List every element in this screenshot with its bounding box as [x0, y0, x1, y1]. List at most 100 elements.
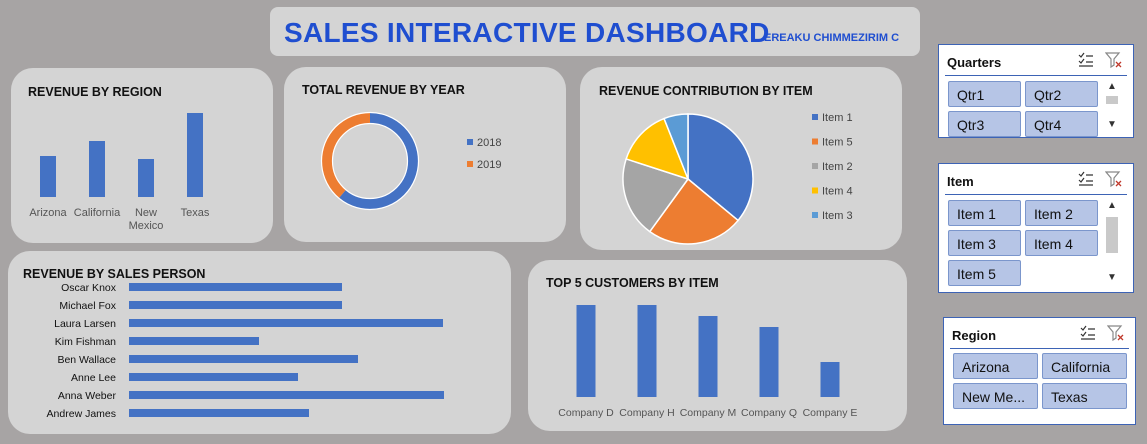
- y-tick-label: Laura Larsen: [54, 318, 116, 330]
- top-customers-chart: Company D Company H Company M Company Q Comp…: [558, 305, 858, 419]
- revenue-by-region-chart: Arizona California NewMexico Texas: [29, 113, 210, 232]
- bar-kim-fishman: [129, 337, 259, 345]
- bar-anna-weber: [129, 391, 444, 399]
- item-slicer: Item Item 1 Item 2 Item 3 Item 4 Item 5 …: [938, 163, 1134, 293]
- quarters-slicer: Quarters Qtr1 Qtr2 Qtr3 Qtr4 ▲ ▼: [938, 44, 1134, 138]
- slicer-button-item4[interactable]: Item 4: [1025, 230, 1098, 256]
- scroll-thumb[interactable]: [1106, 217, 1118, 253]
- bar-andrew-james: [129, 409, 309, 417]
- legend-marker-2018: [467, 139, 473, 145]
- slicer-button-qtr2[interactable]: Qtr2: [1025, 81, 1098, 107]
- y-tick-label: Anne Lee: [71, 372, 116, 384]
- slicer-button-california[interactable]: California: [1042, 353, 1127, 379]
- x-tick-label: Company E: [803, 407, 858, 419]
- y-tick-label: Oscar Knox: [61, 282, 117, 294]
- y-tick-label: Ben Wallace: [57, 354, 116, 366]
- legend-marker-item-5: [812, 138, 818, 145]
- revenue-by-sales-person-panel[interactable]: REVENUE BY SALES PERSON Oscar Knox Michae…: [8, 251, 511, 434]
- slicer-divider: [950, 348, 1129, 349]
- slicer-button-arizona[interactable]: Arizona: [953, 353, 1038, 379]
- x-tick-label: Texas: [181, 207, 210, 219]
- slicer-button-qtr4[interactable]: Qtr4: [1025, 111, 1098, 137]
- legend-marker-2019: [467, 161, 473, 167]
- total-revenue-by-year-chart: 2018 2019: [320, 111, 501, 211]
- revenue-by-sales-person-chart: Oscar Knox Michael Fox Laura Larsen Kim Fis…: [47, 282, 444, 420]
- x-tick-label: Company D: [558, 407, 614, 419]
- bar-ben-wallace: [129, 355, 358, 363]
- clear-filter-icon[interactable]: [1105, 51, 1123, 69]
- slicer-divider: [945, 75, 1127, 76]
- x-tick-label: Mexico: [129, 220, 164, 232]
- scroll-thumb[interactable]: [1106, 96, 1118, 104]
- legend-marker-item-1: [812, 114, 818, 120]
- bar-laura-larsen: [129, 319, 443, 327]
- item-scrollbar[interactable]: ▲ ▼: [1105, 200, 1119, 286]
- multi-select-icon[interactable]: [1079, 324, 1097, 342]
- donut-inner-border: [331, 122, 409, 200]
- bar-company-q: [759, 327, 779, 397]
- region-slicer-title: Region: [952, 328, 997, 343]
- slicer-divider: [945, 194, 1127, 195]
- legend-label-item-2: Item 2: [822, 161, 853, 173]
- x-tick-label: New: [135, 207, 157, 219]
- x-tick-label: Company H: [619, 407, 674, 419]
- dashboard-title: SALES INTERACTIVE DASHBOARD: [284, 17, 770, 48]
- scroll-up-arrow[interactable]: ▲: [1105, 200, 1119, 212]
- y-tick-label: Anna Weber: [58, 390, 117, 402]
- quarters-slicer-title: Quarters: [947, 55, 1002, 70]
- legend-label-item-3: Item 3: [822, 210, 853, 222]
- bar-company-h: [637, 305, 657, 397]
- item-slicer-title: Item: [947, 174, 974, 189]
- bar-california: [89, 141, 105, 197]
- slicer-button-qtr1[interactable]: Qtr1: [948, 81, 1021, 107]
- author-name: EREAKU CHIMMEZIRIM C: [764, 32, 900, 44]
- bar-anne-lee: [129, 373, 298, 381]
- multi-select-icon[interactable]: [1077, 51, 1095, 69]
- scroll-down-arrow[interactable]: ▼: [1105, 272, 1119, 284]
- top-customers-panel[interactable]: TOP 5 CUSTOMERS BY ITEM Company D Company…: [528, 260, 907, 431]
- legend-label-item-5: Item 5: [822, 137, 853, 149]
- y-tick-label: Michael Fox: [59, 300, 116, 312]
- legend-label-item-1: Item 1: [822, 112, 853, 124]
- total-revenue-by-year-panel[interactable]: TOTAL REVENUE BY YEAR 2018 2019: [284, 67, 566, 242]
- x-tick-label: Company Q: [741, 407, 797, 419]
- slicer-button-item5[interactable]: Item 5: [948, 260, 1021, 286]
- slicer-button-new-mexico[interactable]: New Me...: [953, 383, 1038, 409]
- slicer-button-item3[interactable]: Item 3: [948, 230, 1021, 256]
- legend-marker-item-2: [812, 163, 818, 169]
- multi-select-icon[interactable]: [1077, 170, 1095, 188]
- clear-filter-icon[interactable]: [1107, 324, 1125, 342]
- y-tick-label: Kim Fishman: [55, 336, 116, 348]
- bar-company-d: [576, 305, 596, 397]
- x-tick-label: Company M: [680, 407, 737, 419]
- bar-texas: [187, 113, 203, 197]
- bar-oscar-knox: [129, 283, 342, 291]
- slicer-button-texas[interactable]: Texas: [1042, 383, 1127, 409]
- legend-label-2019: 2019: [477, 159, 501, 171]
- bar-michael-fox: [129, 301, 342, 309]
- revenue-contribution-chart: Item 1 Item 5 Item 2 Item 4 Item 3: [622, 112, 853, 245]
- x-tick-label: Arizona: [29, 207, 67, 219]
- revenue-contribution-panel[interactable]: REVENUE CONTRIBUTION BY ITEM Item 1 Item …: [580, 67, 902, 250]
- slicer-button-item2[interactable]: Item 2: [1025, 200, 1098, 226]
- scroll-up-arrow[interactable]: ▲: [1105, 81, 1119, 93]
- quarters-scrollbar[interactable]: ▲ ▼: [1105, 81, 1119, 133]
- legend-label-2018: 2018: [477, 137, 501, 149]
- y-tick-label: Andrew James: [47, 408, 116, 420]
- legend-marker-item-4: [812, 187, 818, 194]
- slicer-button-item1[interactable]: Item 1: [948, 200, 1021, 226]
- bar-company-e: [820, 362, 840, 397]
- x-tick-label: California: [74, 207, 121, 219]
- legend-label-item-4: Item 4: [822, 186, 853, 198]
- bar-arizona: [40, 156, 56, 197]
- dashboard-header: SALES INTERACTIVE DASHBOARD EREAKU CHIMM…: [270, 7, 920, 56]
- region-slicer: Region Arizona California New Me... Texa…: [943, 317, 1136, 425]
- clear-filter-icon[interactable]: [1105, 170, 1123, 188]
- legend-marker-item-3: [812, 212, 818, 218]
- bar-new-mexico: [138, 159, 154, 197]
- bar-company-m: [698, 316, 718, 397]
- donut-outer-border: [320, 111, 420, 211]
- revenue-by-region-panel[interactable]: REVENUE BY REGION Arizona California New Me…: [11, 68, 273, 243]
- slicer-button-qtr3[interactable]: Qtr3: [948, 111, 1021, 137]
- scroll-down-arrow[interactable]: ▼: [1105, 119, 1119, 131]
